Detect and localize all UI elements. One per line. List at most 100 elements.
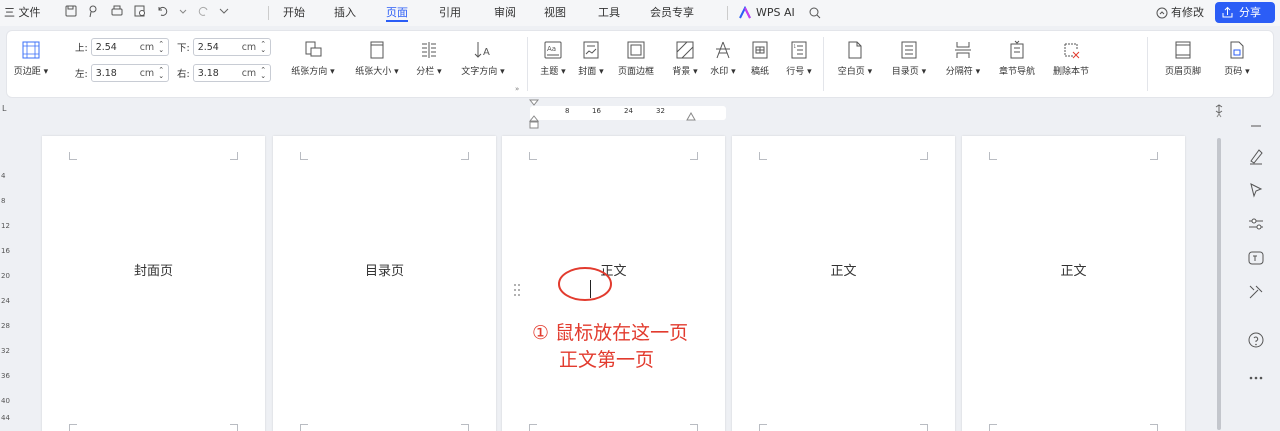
file-menu[interactable]: 三 文件 — [4, 4, 41, 22]
menu-divider — [268, 6, 269, 20]
margin-mark — [230, 152, 238, 160]
page-text: 正文 — [1060, 264, 1087, 279]
ruler-tick: 16 — [592, 107, 601, 115]
background-label: 背景 — [672, 67, 691, 77]
ruler-mark: 4 — [1, 172, 6, 180]
bottom-margin-unit: cm — [241, 41, 257, 53]
more-options-icon[interactable] — [1246, 368, 1266, 388]
margins-label: 页边距 — [13, 67, 41, 77]
margin-mark — [69, 152, 77, 160]
redo-icon[interactable] — [196, 4, 210, 18]
toc-page-button[interactable]: 目录页 ▾ — [883, 39, 935, 77]
indent-marker-icon[interactable] — [529, 99, 539, 131]
watermark-button[interactable]: 水印 ▾ — [705, 39, 741, 77]
tab-insert[interactable]: 插入 — [334, 4, 356, 22]
left-margin-input[interactable]: 3.18 cm ⌃ ⌄ — [90, 64, 170, 82]
tab-view[interactable]: 视图 — [544, 4, 566, 22]
print-icon[interactable] — [110, 4, 124, 18]
tab-home[interactable]: 开始 — [283, 4, 305, 22]
tab-member[interactable]: 会员专享 — [650, 4, 694, 22]
tab-tools[interactable]: 工具 — [598, 4, 620, 22]
save-icon[interactable] — [64, 4, 78, 18]
collapse-panel-icon[interactable] — [1246, 116, 1266, 136]
right-margin-label: 右: — [177, 69, 190, 80]
margins-button[interactable]: 页边距 ▾ — [9, 39, 53, 77]
search-icon[interactable] — [808, 6, 822, 20]
background-icon — [676, 41, 694, 59]
bottom-margin-stepper-icon[interactable]: ⌃ ⌄ — [260, 41, 266, 54]
export-pdf-icon[interactable] — [87, 4, 101, 18]
print-preview-icon[interactable] — [133, 4, 147, 18]
select-pointer-icon[interactable] — [1246, 180, 1266, 200]
tab-references[interactable]: 引用 — [439, 4, 461, 22]
wps-writer-window: 三 文件 开始 插入 页面 引用 审阅 视图 工具 会员专享 WPS AI 有修… — [0, 0, 1280, 431]
svg-text:1: 1 — [794, 44, 797, 49]
svg-text:A: A — [483, 47, 490, 58]
break-button[interactable]: 分隔符 ▾ — [937, 39, 989, 77]
section-nav-button[interactable]: 章节导航 — [991, 39, 1043, 77]
tab-wps-ai[interactable]: WPS AI — [756, 4, 795, 22]
pen-icon[interactable] — [1246, 146, 1266, 166]
ruler-mark: 32 — [1, 347, 10, 355]
theme-button[interactable]: Aa 主题 ▾ — [535, 39, 571, 77]
left-margin-value: 3.18 — [95, 67, 117, 79]
tools-icon[interactable] — [1246, 282, 1266, 302]
text-direction-button[interactable]: A 文字方向 ▾ — [453, 39, 513, 77]
top-margin-unit: cm — [139, 41, 155, 53]
header-footer-button[interactable]: 页眉页脚 — [1155, 39, 1211, 77]
horizontal-ruler[interactable]: 8 16 24 32 — [530, 106, 726, 120]
undo-dropdown-icon[interactable] — [179, 4, 187, 18]
page-body[interactable]: 正文 — [732, 136, 955, 431]
page-body[interactable]: 正文 — [962, 136, 1185, 431]
delete-section-button[interactable]: 删除本节 — [1043, 39, 1099, 77]
translate-icon[interactable] — [1246, 248, 1266, 268]
scrollbar-thumb[interactable] — [1217, 138, 1221, 430]
right-margin-input[interactable]: 3.18 cm ⌃ ⌄ — [192, 64, 272, 82]
bottom-margin-input[interactable]: 2.54 cm ⌃ ⌄ — [192, 38, 272, 56]
header-footer-icon — [1175, 41, 1191, 59]
cover-icon — [583, 41, 599, 59]
ribbon-expand-icon[interactable]: » — [515, 85, 519, 93]
help-icon[interactable] — [1246, 330, 1266, 350]
tab-review[interactable]: 审阅 — [494, 4, 516, 22]
margin-mark — [920, 152, 928, 160]
more-quick-icon[interactable] — [219, 4, 229, 18]
page-cover[interactable]: 封面页 — [42, 136, 265, 431]
tab-page[interactable]: 页面 — [386, 4, 408, 22]
ruler-tick: 8 — [565, 107, 570, 115]
page-number-button[interactable]: 页码 ▾ — [1215, 39, 1259, 77]
margin-mark — [690, 424, 698, 431]
margin-mark — [461, 152, 469, 160]
menu-bar: 三 文件 开始 插入 页面 引用 审阅 视图 工具 会员专享 WPS AI 有修… — [0, 0, 1280, 26]
orientation-button[interactable]: 纸张方向 ▾ — [283, 39, 343, 77]
page-toc[interactable]: 目录页 — [273, 136, 496, 431]
left-margin-unit: cm — [139, 67, 155, 79]
vertical-scrollbar[interactable] — [1216, 112, 1222, 431]
columns-button[interactable]: 分栏 ▾ — [411, 39, 447, 77]
toc-page-icon — [901, 41, 917, 59]
cursor-highlight-circle — [558, 267, 612, 301]
left-margin-stepper-icon[interactable]: ⌃ ⌄ — [158, 67, 164, 80]
blank-page-label: 空白页 — [837, 67, 865, 77]
line-number-button[interactable]: 1 行号 ▾ — [781, 39, 817, 77]
top-margin-input[interactable]: 2.54 cm ⌃ ⌄ — [90, 38, 170, 56]
right-margin-stepper-icon[interactable]: ⌃ ⌄ — [260, 67, 266, 80]
ruler-mark: 28 — [1, 322, 10, 330]
blank-page-button[interactable]: 空白页 ▾ — [829, 39, 881, 77]
ruler-mark: 16 — [1, 247, 10, 255]
split-view-icon[interactable] — [1214, 104, 1224, 114]
adjust-settings-icon[interactable] — [1246, 214, 1266, 234]
undo-icon[interactable] — [156, 4, 170, 18]
top-margin-stepper-icon[interactable]: ⌃ ⌄ — [158, 41, 164, 54]
drag-handle-icon[interactable] — [513, 283, 521, 297]
cover-button[interactable]: 封面 ▾ — [573, 39, 609, 77]
tab-stop-selector[interactable]: L — [2, 104, 6, 113]
paper-size-button[interactable]: 纸张大小 ▾ — [347, 39, 407, 77]
manuscript-button[interactable]: 稿纸 — [743, 39, 777, 77]
modified-status[interactable]: 有修改 — [1171, 4, 1204, 22]
share-button[interactable]: 分享 — [1215, 2, 1275, 23]
background-button[interactable]: 背景 ▾ — [667, 39, 703, 77]
ruler-mark: 20 — [1, 272, 10, 280]
right-indent-marker-icon[interactable] — [686, 112, 696, 122]
page-border-button[interactable]: 页面边框 — [611, 39, 661, 77]
